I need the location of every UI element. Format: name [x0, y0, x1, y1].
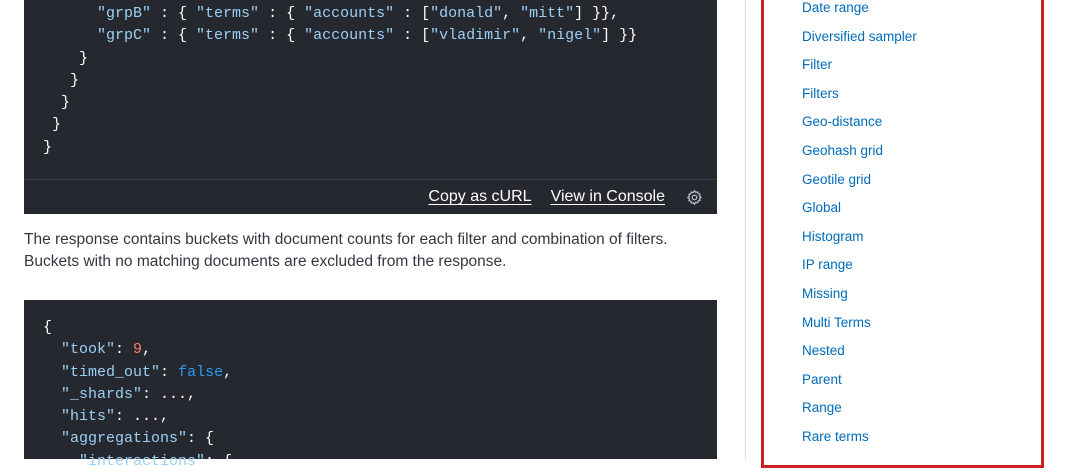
description-line: The response contains buckets with docum… [24, 231, 668, 248]
code-line: "_shards": ..., [61, 385, 197, 403]
nav-item-geotile-grid[interactable]: Geotile grid [802, 172, 871, 188]
code-line: "grpB" : { "terms" : { "accounts" : ["do… [97, 5, 620, 22]
nav-item-ip-range[interactable]: IP range [802, 257, 853, 273]
code-content: { "took": 9, "timed_out": false, "_shard… [24, 317, 232, 473]
code-line: "timed_out": false, [61, 363, 233, 381]
code-line: "grpC" : { "terms" : { "accounts" : ["vl… [97, 27, 638, 45]
view-in-console-link[interactable]: View in Console [551, 188, 665, 206]
code-line: "aggregations": { [61, 430, 215, 448]
nav-item-rare-terms[interactable]: Rare terms [802, 429, 869, 445]
nav-item-diversified-sampler[interactable]: Diversified sampler [802, 29, 917, 45]
gear-icon[interactable] [686, 189, 703, 206]
code-block-request: "grpB" : { "terms" : { "accounts" : ["do… [24, 0, 717, 214]
code-line: } [43, 116, 62, 134]
code-line: "took": 9, [61, 341, 152, 359]
nav-item-nested[interactable]: Nested [802, 343, 845, 359]
code-line: "interactions": { [79, 452, 233, 470]
nav-item-geo-distance[interactable]: Geo-distance [802, 114, 882, 130]
nav-item-geohash-grid[interactable]: Geohash grid [802, 143, 883, 159]
nav-item-filter[interactable]: Filter [802, 57, 832, 73]
nav-item-date-range[interactable]: Date range [802, 0, 869, 16]
code-toolbar: Copy as cURL View in Console [24, 179, 717, 214]
code-line: } [43, 138, 53, 156]
nav-item-range[interactable]: Range [802, 400, 842, 416]
code-block-response: { "took": 9, "timed_out": false, "_shard… [24, 300, 717, 470]
code-line: { [43, 319, 53, 336]
response-description: The response contains buckets with docum… [24, 229, 724, 273]
nav-item-histogram[interactable]: Histogram [802, 229, 864, 245]
nav-item-missing[interactable]: Missing [802, 286, 848, 302]
nav-item-filters[interactable]: Filters [802, 86, 839, 102]
code-line: } [43, 49, 89, 67]
description-line: Buckets with no matching documents are e… [24, 253, 507, 270]
code-line: } [43, 94, 71, 112]
code-content: "grpB" : { "terms" : { "accounts" : ["do… [24, 3, 637, 159]
sidebar-divider [745, 0, 746, 459]
nav-item-multi-terms[interactable]: Multi Terms [802, 315, 871, 331]
code-line: } [43, 71, 80, 89]
nav-item-global[interactable]: Global [802, 200, 841, 216]
copy-as-curl-link[interactable]: Copy as cURL [428, 188, 531, 206]
code-line: "hits": ..., [61, 408, 170, 426]
nav-item-parent[interactable]: Parent [802, 372, 842, 388]
